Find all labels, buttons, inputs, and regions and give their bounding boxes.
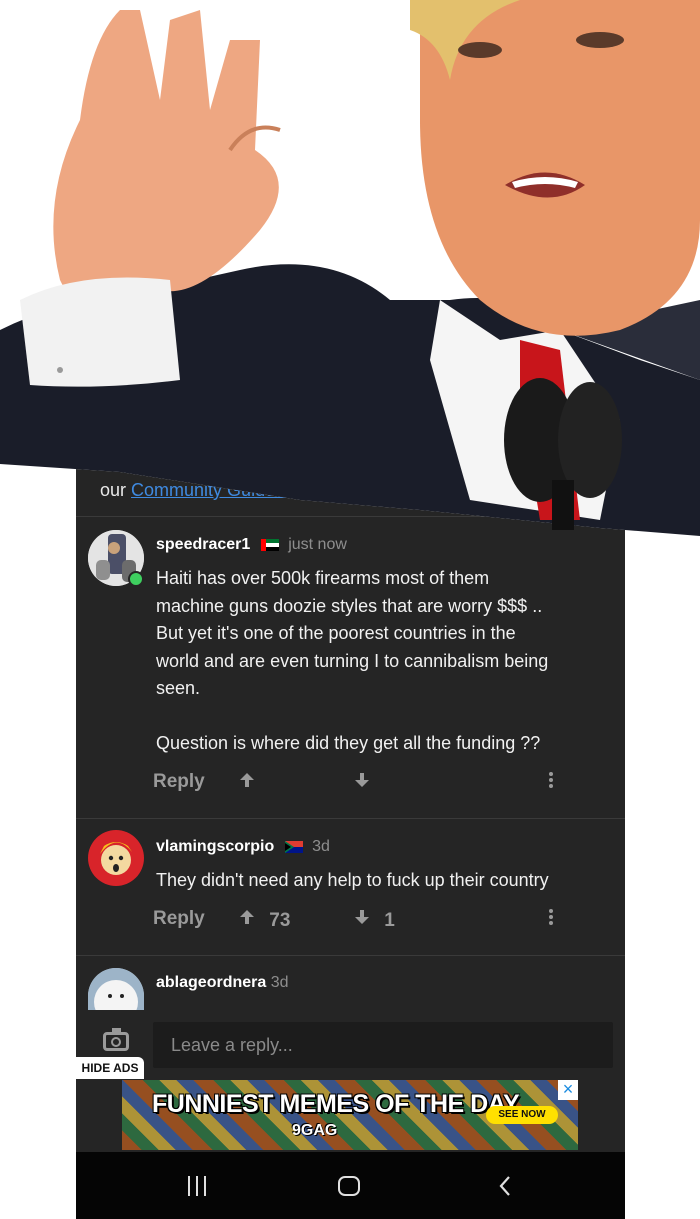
comment-actions: Reply [153, 771, 613, 801]
close-icon[interactable]: × [558, 1080, 578, 1100]
downvote-button[interactable] [353, 771, 371, 795]
arrow-up-icon [240, 910, 254, 924]
comment-line: world and are even turning I to cannibal… [156, 650, 549, 671]
comment-line: seen. [156, 678, 201, 698]
ad-banner[interactable]: FUNNIEST MEMES OF THE DAY 9GAG SEE NOW × [122, 1080, 578, 1150]
reply-input[interactable]: Leave a reply... [153, 1022, 613, 1068]
home-icon[interactable] [338, 1176, 360, 1196]
username[interactable]: vlamingscorpio [156, 838, 274, 855]
arrow-down-icon [355, 773, 369, 787]
downvote-count: 1 [384, 910, 395, 931]
south-africa-flag-icon [284, 840, 303, 853]
more-options-button[interactable] [548, 771, 554, 795]
more-vertical-icon [549, 909, 553, 925]
arrow-up-icon [240, 773, 254, 787]
divider [76, 955, 625, 956]
more-options-button[interactable] [548, 908, 554, 932]
username[interactable]: ablageordnera [156, 974, 266, 991]
avatar[interactable] [88, 968, 144, 1012]
more-vertical-icon [549, 772, 553, 788]
divider [76, 818, 625, 819]
comment-line: They didn't need any help to fuck up the… [156, 870, 549, 890]
comment-body: They didn't need any help to fuck up the… [156, 867, 606, 895]
ad-brand: 9GAG [292, 1122, 338, 1139]
upvote-button[interactable] [238, 771, 256, 795]
comment-body: Haiti has over 500k firearms most of the… [156, 565, 606, 758]
uae-flag-icon [260, 538, 279, 551]
man-overlay-image [0, 0, 700, 536]
comment-line: Haiti has over 500k firearms most of the… [156, 568, 490, 588]
comment-line: machine guns doozie styles that are worr… [156, 595, 543, 616]
hide-ads-button[interactable]: HIDE ADS [76, 1057, 144, 1079]
back-icon[interactable] [494, 1174, 518, 1198]
system-nav-bar [76, 1152, 625, 1219]
comment-time: 3d [270, 974, 289, 991]
reply-button[interactable]: Reply [153, 908, 205, 930]
arrow-down-icon [355, 910, 369, 924]
comment-time: 3d [312, 838, 330, 855]
reply-button[interactable]: Reply [153, 771, 205, 793]
recent-apps-icon[interactable] [186, 1176, 208, 1196]
online-indicator [128, 571, 144, 587]
downvote-button[interactable]: 1 [353, 908, 395, 932]
reply-bar: Leave a reply... [76, 1010, 625, 1070]
ad-title: FUNNIEST MEMES OF THE DAY [152, 1090, 520, 1118]
upvote-count: 73 [269, 910, 291, 931]
avatar[interactable] [88, 830, 144, 886]
comment-actions: Reply 73 1 [153, 908, 613, 938]
upvote-button[interactable]: 73 [238, 908, 290, 932]
comment-line: But yet it's one of the poorest countrie… [156, 623, 516, 643]
ad-cta-button[interactable]: SEE NOW [486, 1106, 558, 1124]
camera-icon[interactable] [103, 1028, 129, 1051]
comment-line: Question is where did they get all the f… [156, 733, 541, 753]
